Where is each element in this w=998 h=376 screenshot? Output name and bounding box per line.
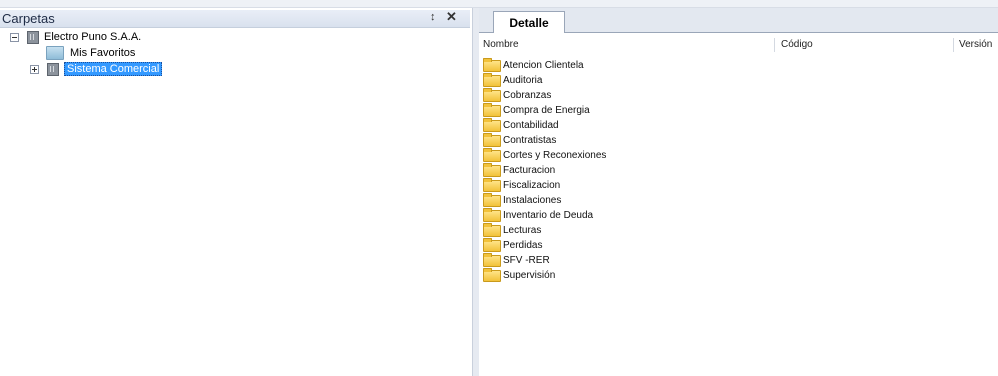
folder-icon [483, 117, 501, 132]
list-item-label: Cobranzas [503, 90, 552, 101]
list-item[interactable]: Auditoria [483, 72, 543, 88]
tree-node-label: Electro Puno S.A.A. [44, 31, 142, 43]
tree-node-label: Mis Favoritos [70, 47, 136, 59]
building-icon [27, 30, 39, 44]
list-item[interactable]: Contabilidad [483, 117, 559, 133]
list-item[interactable]: Supervisión [483, 267, 556, 283]
list-item-label: Lecturas [503, 225, 542, 236]
folder-icon [483, 102, 501, 117]
list-item-label: Facturacion [503, 165, 556, 176]
folder-icon [483, 147, 501, 162]
panel-header: Carpetas ↕ ✕ [0, 9, 470, 28]
tree-node-label: Sistema Comercial [64, 62, 163, 76]
list-item[interactable]: Cobranzas [483, 87, 552, 103]
folder-icon [483, 207, 501, 222]
list-item[interactable]: Instalaciones [483, 192, 562, 208]
list-item-label: Perdidas [503, 240, 543, 251]
building-icon [47, 62, 59, 76]
folders-panel: Carpetas ↕ ✕ Electro Puno S.A.A. Mis Fav… [0, 8, 472, 376]
folder-icon [483, 162, 501, 177]
folder-icon [483, 132, 501, 147]
folder-icon [483, 72, 501, 87]
list-item-label: Contabilidad [503, 120, 559, 131]
list-item[interactable]: Perdidas [483, 237, 543, 253]
column-divider[interactable] [953, 38, 954, 52]
favorites-folder-icon [46, 46, 64, 60]
folder-icon [483, 192, 501, 207]
list-item-label: Supervisión [503, 270, 556, 281]
list-item-label: Contratistas [503, 135, 557, 146]
list-item-label: Inventario de Deuda [503, 210, 594, 221]
list-item[interactable]: Inventario de Deuda [483, 207, 594, 223]
list-item[interactable]: Cortes y Reconexiones [483, 147, 607, 163]
list-item[interactable]: Lecturas [483, 222, 542, 238]
list-item[interactable]: Compra de Energia [483, 102, 590, 118]
panel-title: Carpetas [2, 11, 55, 26]
expand-icon[interactable] [30, 64, 39, 74]
list-item-label: Compra de Energia [503, 105, 590, 116]
list-item[interactable]: Contratistas [483, 132, 557, 148]
tree-node-electro-puno[interactable]: Electro Puno S.A.A. [10, 29, 141, 45]
folder-icon [483, 177, 501, 192]
pin-icon[interactable]: ↕ [430, 11, 436, 23]
folder-icon [483, 267, 501, 282]
folder-icon [483, 87, 501, 102]
list-item-label: Cortes y Reconexiones [503, 150, 607, 161]
list-item[interactable]: Facturacion [483, 162, 556, 178]
list-item-label: Instalaciones [503, 195, 562, 206]
tree-node-mis-favoritos[interactable]: Mis Favoritos [46, 45, 135, 61]
tree-node-sistema-comercial[interactable]: Sistema Comercial [30, 61, 163, 77]
list-item[interactable]: Atencion Clientela [483, 57, 584, 73]
collapse-icon[interactable] [10, 32, 19, 42]
detail-panel: Detalle Nombre Código Versión Atencion C… [479, 8, 998, 376]
folder-icon [483, 252, 501, 267]
folder-icon [483, 237, 501, 252]
top-strip [0, 0, 998, 8]
list-item-label: Atencion Clientela [503, 60, 584, 71]
list-item[interactable]: SFV -RER [483, 252, 550, 268]
column-header-nombre[interactable]: Nombre [483, 39, 519, 50]
folder-icon [483, 57, 501, 72]
tab-detalle[interactable]: Detalle [493, 11, 565, 33]
column-header-version[interactable]: Versión [959, 39, 992, 50]
folder-icon [483, 222, 501, 237]
close-icon[interactable]: ✕ [446, 9, 457, 25]
list-item-label: SFV -RER [503, 255, 550, 266]
tab-strip: Detalle [479, 8, 998, 33]
column-header-codigo[interactable]: Código [781, 39, 813, 50]
column-divider[interactable] [774, 38, 775, 52]
list-header: Nombre Código Versión [479, 36, 998, 54]
list-item-label: Auditoria [503, 75, 543, 86]
list-item[interactable]: Fiscalizacion [483, 177, 561, 193]
list-item-label: Fiscalizacion [503, 180, 561, 191]
